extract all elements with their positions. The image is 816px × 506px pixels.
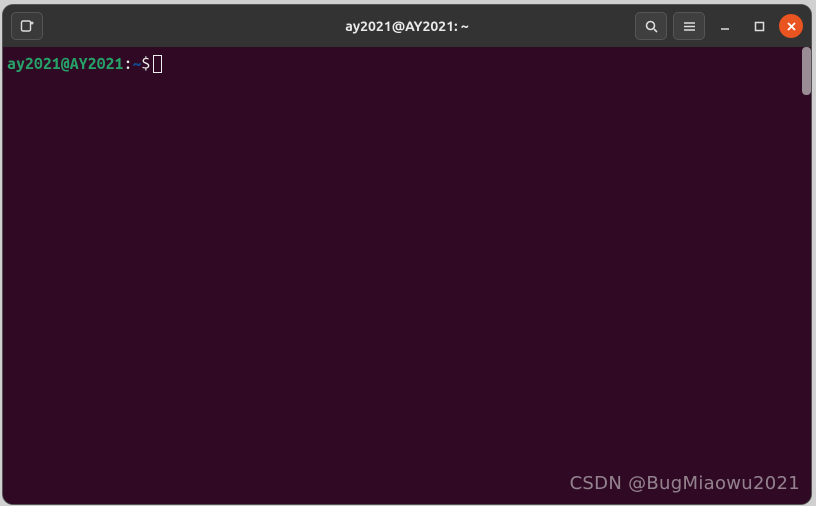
close-icon bbox=[786, 21, 797, 32]
minimize-icon bbox=[719, 20, 731, 32]
terminal-body[interactable]: ay2021@AY2021:~$ bbox=[3, 47, 811, 504]
maximize-button[interactable] bbox=[745, 12, 773, 40]
titlebar-right bbox=[635, 12, 803, 40]
terminal-cursor bbox=[153, 55, 162, 73]
maximize-icon bbox=[754, 21, 765, 32]
prompt-cwd: ~ bbox=[132, 53, 141, 75]
scrollbar-thumb[interactable] bbox=[802, 47, 811, 95]
prompt-symbol: $ bbox=[141, 53, 150, 75]
prompt-line: ay2021@AY2021:~$ bbox=[7, 53, 807, 75]
menu-button[interactable] bbox=[673, 12, 705, 40]
close-button[interactable] bbox=[779, 14, 803, 38]
titlebar: ay2021@AY2021: ~ bbox=[3, 5, 811, 47]
minimize-button[interactable] bbox=[711, 12, 739, 40]
new-tab-icon bbox=[19, 18, 35, 34]
titlebar-left bbox=[11, 12, 49, 40]
search-icon bbox=[644, 19, 659, 34]
terminal-window: ay2021@AY2021: ~ bbox=[3, 5, 811, 504]
watermark-text: CSDN @BugMiaowu2021 bbox=[570, 473, 800, 494]
prompt-separator: : bbox=[123, 53, 132, 75]
prompt-user-host: ay2021@AY2021 bbox=[7, 53, 123, 75]
menu-icon bbox=[682, 19, 697, 34]
search-button[interactable] bbox=[635, 12, 667, 40]
window-title: ay2021@AY2021: ~ bbox=[345, 18, 469, 34]
new-tab-button[interactable] bbox=[11, 12, 43, 40]
